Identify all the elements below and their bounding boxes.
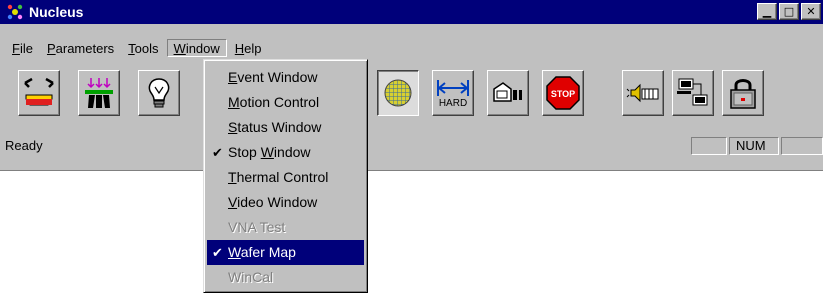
vna-test-label: VNA Test [228, 219, 286, 235]
checkmark-icon: ✔ [212, 245, 223, 260]
nucleus-window: Nucleus ▁ □ ✕ File Parameters Tools Wind… [0, 0, 823, 171]
app-icon [7, 4, 23, 20]
caption-buttons: ▁ □ ✕ [757, 3, 821, 20]
status-text: Ready [5, 138, 43, 153]
chuck-button[interactable] [18, 70, 60, 116]
stop-window-mnemonic: W [260, 144, 274, 160]
thermal-control-label: hermal Control [236, 169, 329, 185]
menu-window[interactable]: Window [166, 39, 227, 57]
menu-file-mnemonic: F [12, 41, 20, 56]
chuck-icon [24, 77, 54, 106]
lock-icon [730, 79, 756, 109]
menu-item-event-window[interactable]: Event Window [207, 65, 364, 90]
network-icon [677, 78, 708, 106]
close-button[interactable]: ✕ [801, 3, 821, 20]
menu-help-label: elp [244, 41, 262, 56]
status-panel-extra [781, 137, 823, 155]
menu-window-label: indow [185, 41, 220, 56]
status-bar: Ready NUM [0, 134, 823, 158]
toolbar: HARD STOP [14, 66, 823, 126]
event-window-label: vent Window [237, 69, 318, 85]
wafer-map-mnemonic: W [228, 244, 241, 260]
menu-window-mnemonic: W [173, 41, 186, 56]
menu-parameters-label: arameters [55, 41, 115, 56]
wafer-map-button[interactable] [377, 70, 419, 116]
network-button[interactable] [672, 70, 714, 116]
menu-help[interactable]: Help [229, 39, 268, 57]
stop-window-pre: Stop [228, 144, 261, 160]
motion-control-mnemonic: M [228, 94, 240, 110]
lock-button[interactable] [722, 70, 764, 116]
speaker-button[interactable] [622, 70, 664, 116]
status-panel-empty [691, 137, 727, 155]
maximize-icon: □ [783, 5, 795, 18]
light-button[interactable] [138, 70, 180, 116]
window-menu-dropdown: Event Window Motion Control Status Windo… [203, 59, 368, 293]
stop-window-label: indow [273, 144, 311, 160]
menu-item-motion-control[interactable]: Motion Control [207, 90, 364, 115]
hard-label: HARD [438, 97, 468, 109]
video-window-label: ideo Window [237, 194, 318, 210]
menu-parameters-mnemonic: P [46, 41, 56, 56]
num-lock-indicator: NUM [729, 137, 779, 155]
hard-limit-content: HARD [436, 78, 470, 109]
light-bulb-icon [148, 78, 170, 108]
probe-pins-icon [85, 78, 113, 108]
menu-parameters[interactable]: Parameters [41, 39, 120, 57]
checkmark-icon: ✔ [212, 145, 223, 160]
menu-item-vna-test: VNA Test [207, 215, 364, 240]
menu-file-label: ile [19, 41, 33, 56]
menu-tools[interactable]: Tools [122, 39, 164, 57]
minimize-icon: ▁ [762, 5, 772, 18]
wafer-map-icon [384, 79, 412, 107]
thermal-control-mnemonic: T [228, 169, 237, 185]
status-window-label: tatus Window [237, 119, 322, 135]
menu-item-video-window[interactable]: Video Window [207, 190, 364, 215]
minimize-button[interactable]: ▁ [757, 3, 777, 20]
menu-bar: File Parameters Tools Window Help [0, 37, 270, 59]
menu-item-wafer-map[interactable]: ✔ Wafer Map [207, 240, 364, 265]
speaker-icon [626, 83, 659, 103]
hard-limit-button[interactable]: HARD [432, 70, 474, 116]
wincal-label: WinCal [228, 269, 274, 285]
stop-sign-icon: STOP [546, 76, 580, 110]
menu-item-wincal: WinCal [207, 265, 364, 290]
num-lock-label: NUM [736, 138, 766, 153]
menu-item-stop-window[interactable]: ✔ Stop Window [207, 140, 364, 165]
title-bar[interactable]: Nucleus ▁ □ ✕ [0, 0, 823, 24]
video-window-mnemonic: V [228, 194, 238, 210]
menu-item-status-window[interactable]: Status Window [207, 115, 364, 140]
hard-limit-icon [437, 79, 469, 96]
wafer-map-label: afer Map [240, 244, 296, 260]
stop-button[interactable]: STOP [542, 70, 584, 116]
menu-item-thermal-control[interactable]: Thermal Control [207, 165, 364, 190]
motion-control-label: otion Control [239, 94, 320, 110]
menu-help-mnemonic: H [234, 41, 245, 56]
stop-label: STOP [551, 89, 575, 99]
close-icon: ✕ [806, 5, 816, 18]
event-window-mnemonic: E [228, 69, 238, 85]
camera-button[interactable] [487, 70, 529, 116]
menu-tools-label: ools [134, 41, 159, 56]
probe-button[interactable] [78, 70, 120, 116]
maximize-button[interactable]: □ [779, 3, 799, 20]
camera-icon [493, 82, 522, 102]
window-title: Nucleus [29, 4, 84, 20]
menu-file[interactable]: File [6, 39, 39, 57]
status-window-mnemonic: S [228, 119, 238, 135]
